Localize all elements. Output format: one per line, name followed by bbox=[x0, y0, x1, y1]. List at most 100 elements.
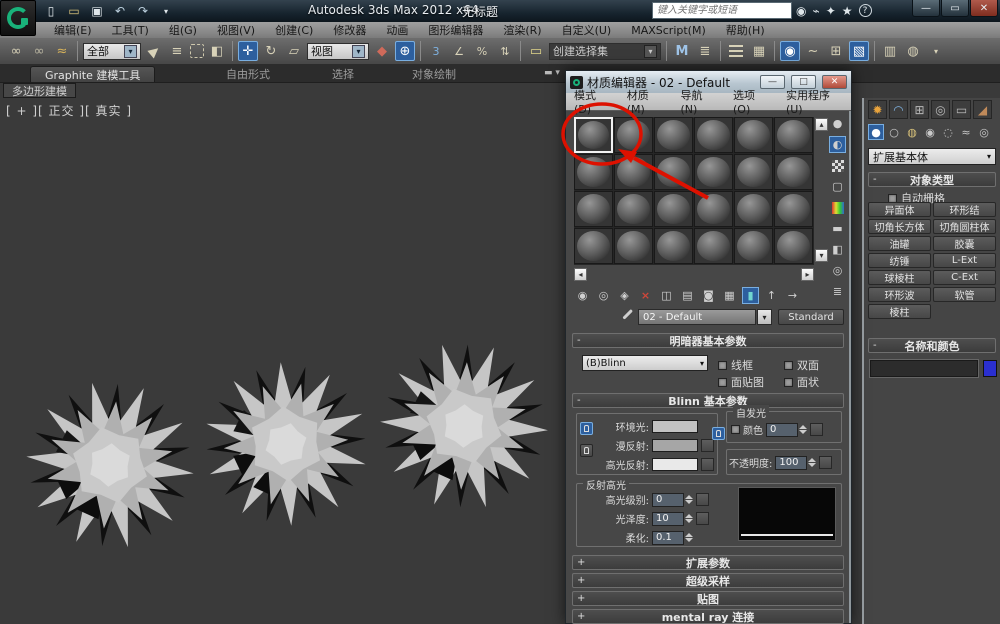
selfillum-spinner[interactable]: 0 bbox=[766, 422, 807, 437]
tab-display-icon[interactable]: ▭ bbox=[952, 100, 971, 119]
mat-menu-options[interactable]: 选项(O) bbox=[725, 87, 778, 116]
help-search-input[interactable] bbox=[652, 2, 792, 19]
video-color-check-icon[interactable] bbox=[829, 199, 846, 216]
select-and-link-icon[interactable]: ∞ bbox=[6, 41, 26, 61]
category-space-warps-icon[interactable]: ≈ bbox=[958, 124, 974, 140]
opacity-map-button[interactable] bbox=[819, 456, 833, 469]
two-sided-checkbox[interactable] bbox=[784, 360, 793, 370]
sample-uv-tiling-icon[interactable]: ▢ bbox=[829, 178, 846, 195]
button-c-ext[interactable]: C-Ext bbox=[933, 270, 996, 285]
material-sample-slot[interactable] bbox=[774, 191, 813, 227]
show-map-in-viewport-icon[interactable]: ▦ bbox=[721, 287, 738, 304]
selfillum-map-button[interactable] bbox=[810, 423, 823, 436]
selfillum-color-checkbox[interactable] bbox=[731, 425, 740, 434]
material-sample-slot[interactable] bbox=[694, 154, 733, 190]
material-name-dropdown-arrow-icon[interactable]: ▾ bbox=[757, 309, 772, 325]
tab-utilities-icon[interactable]: ◢ bbox=[973, 100, 992, 119]
button-ringwave[interactable]: 环形波 bbox=[868, 287, 931, 302]
angle-snap-icon[interactable]: ∠ bbox=[449, 41, 469, 61]
material-editor-icon[interactable]: ◉ bbox=[780, 41, 800, 61]
ribbon-more-icon[interactable]: ▬ ▾ bbox=[544, 68, 560, 78]
bind-to-space-warp-icon[interactable]: ≈ bbox=[52, 41, 72, 61]
material-sample-slot[interactable] bbox=[734, 117, 773, 153]
layer-manager-icon[interactable] bbox=[726, 41, 746, 61]
keyboard-override-icon[interactable]: ▭ bbox=[526, 41, 546, 61]
category-lights-icon[interactable]: ◍ bbox=[904, 124, 920, 140]
button-spindle[interactable]: 纺锤 bbox=[868, 253, 931, 268]
blinn-basic-params-rollout[interactable]: - Blinn 基本参数 bbox=[572, 393, 844, 408]
category-systems-icon[interactable]: ◎ bbox=[976, 124, 992, 140]
ribbon-tab-freeform[interactable]: 自由形式 bbox=[212, 66, 284, 82]
specular-color-swatch[interactable] bbox=[652, 458, 698, 471]
minimize-button[interactable]: — bbox=[912, 0, 940, 17]
menu-help[interactable]: 帮助(H) bbox=[716, 22, 775, 38]
material-sample-slot[interactable] bbox=[654, 117, 693, 153]
glossiness-spinner[interactable]: 10 bbox=[652, 511, 693, 526]
material-name-dropdown[interactable]: 02 - Default bbox=[638, 309, 756, 325]
material-sample-slot[interactable] bbox=[694, 228, 733, 264]
save-file-icon[interactable]: ▣ bbox=[88, 3, 106, 20]
snap-toggle-3d-icon[interactable]: 3 bbox=[426, 41, 446, 61]
backlight-icon[interactable]: ◐ bbox=[829, 136, 846, 153]
button-torus-knot[interactable]: 环形结 bbox=[933, 202, 996, 217]
reset-map-icon[interactable]: × bbox=[637, 287, 654, 304]
redo-icon[interactable]: ↷ bbox=[134, 3, 152, 20]
search-binoculars-icon[interactable]: ◉ bbox=[796, 4, 806, 18]
wire-checkbox[interactable] bbox=[718, 360, 727, 370]
help-icon[interactable]: ? bbox=[858, 4, 872, 17]
curve-editor-icon[interactable]: ~ bbox=[803, 41, 823, 61]
material-sample-slot[interactable] bbox=[574, 154, 613, 190]
put-to-library-icon[interactable]: ▤ bbox=[679, 287, 696, 304]
pick-material-eyedropper-icon[interactable] bbox=[616, 309, 633, 324]
mental-ray-rollout[interactable]: + mental ray 连接 bbox=[572, 609, 844, 624]
tab-create-icon[interactable]: ✹ bbox=[868, 100, 887, 119]
button-capsule[interactable]: 胶囊 bbox=[933, 236, 996, 251]
schematic-view-icon[interactable]: ⊞ bbox=[826, 41, 846, 61]
material-sample-slot[interactable] bbox=[614, 154, 653, 190]
selection-filter-dropdown[interactable]: 全部 ▾ bbox=[83, 42, 141, 60]
select-by-name-icon[interactable]: ≡ bbox=[167, 41, 187, 61]
menu-animation[interactable]: 动画 bbox=[376, 22, 418, 38]
mat-menu-navigation[interactable]: 导航(N) bbox=[672, 87, 725, 116]
tab-hierarchy-icon[interactable]: ⊞ bbox=[910, 100, 929, 119]
object-color-swatch[interactable] bbox=[983, 360, 997, 377]
category-helpers-icon[interactable]: ◌ bbox=[940, 124, 956, 140]
maximize-button[interactable]: ▭ bbox=[941, 0, 969, 17]
communication-center-icon[interactable]: ✦ bbox=[826, 4, 836, 18]
material-sample-slot[interactable] bbox=[734, 191, 773, 227]
select-by-material-icon[interactable]: ◎ bbox=[829, 262, 846, 279]
material-map-navigator-icon[interactable]: ≣ bbox=[829, 283, 846, 300]
mirror-icon[interactable]: M bbox=[672, 41, 692, 61]
menu-rendering[interactable]: 渲染(R) bbox=[493, 22, 551, 38]
rectangular-selection-region-icon[interactable] bbox=[190, 44, 204, 58]
select-and-rotate-icon[interactable]: ↻ bbox=[261, 41, 281, 61]
window-crossing-icon[interactable]: ◧ bbox=[207, 41, 227, 61]
select-and-scale-icon[interactable]: ▱ bbox=[284, 41, 304, 61]
menu-tools[interactable]: 工具(T) bbox=[102, 22, 159, 38]
tab-motion-icon[interactable]: ◎ bbox=[931, 100, 950, 119]
viewport-label[interactable]: [ + ][ 正交 ][ 真实 ] bbox=[6, 102, 132, 119]
diffuse-map-button[interactable] bbox=[701, 439, 714, 452]
menu-graph-editors[interactable]: 图形编辑器 bbox=[418, 22, 493, 38]
spinner-snap-icon[interactable]: ⇅ bbox=[495, 41, 515, 61]
glossiness-map-button[interactable] bbox=[696, 512, 709, 525]
go-to-parent-icon[interactable]: ↑ bbox=[763, 287, 780, 304]
ambient-color-swatch[interactable] bbox=[652, 420, 698, 433]
use-pivot-center-icon[interactable]: ◆ bbox=[372, 41, 392, 61]
menu-modifiers[interactable]: 修改器 bbox=[323, 22, 376, 38]
maps-rollout[interactable]: + 贴图 bbox=[572, 591, 844, 606]
mat-menu-material[interactable]: 材质(M) bbox=[619, 87, 673, 116]
ribbon-tab-graphite[interactable]: Graphite 建模工具 bbox=[30, 66, 156, 82]
max-logo-button[interactable] bbox=[0, 0, 36, 36]
name-color-rollout[interactable]: - 名称和颜色 bbox=[868, 338, 996, 353]
palette-scroll-left-icon[interactable]: ◂ bbox=[574, 268, 587, 281]
percent-snap-icon[interactable]: % bbox=[472, 41, 492, 61]
close-button[interactable]: ✕ bbox=[970, 0, 998, 17]
open-file-icon[interactable]: ▭ bbox=[65, 3, 83, 20]
supersampling-rollout[interactable]: + 超级采样 bbox=[572, 573, 844, 588]
button-chamfercyl[interactable]: 切角圆柱体 bbox=[933, 219, 996, 234]
mat-menu-utilities[interactable]: 实用程序(U) bbox=[778, 87, 851, 116]
material-sample-slot[interactable] bbox=[654, 191, 693, 227]
menu-edit[interactable]: 编辑(E) bbox=[44, 22, 102, 38]
make-material-copy-icon[interactable]: ◫ bbox=[658, 287, 675, 304]
